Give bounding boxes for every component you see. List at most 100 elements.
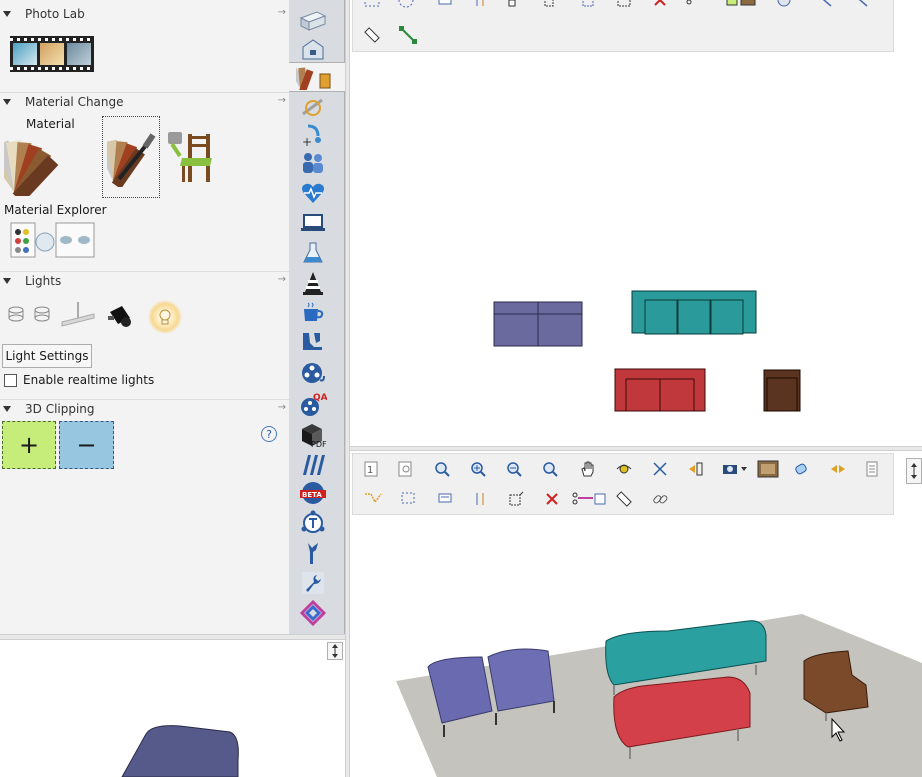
cut-paste-icon[interactable] bbox=[685, 0, 707, 12]
delete-icon[interactable] bbox=[543, 490, 561, 508]
ruler-icon[interactable] bbox=[615, 490, 633, 508]
lights-header[interactable]: Lights → bbox=[0, 271, 290, 289]
material-eyedropper-icon bbox=[107, 133, 156, 187]
collapse-icon[interactable] bbox=[3, 277, 11, 284]
render-image-icon[interactable] bbox=[757, 460, 779, 478]
cut-paste-icon[interactable] bbox=[571, 490, 607, 508]
note-icon[interactable] bbox=[435, 490, 453, 508]
recessed-light-icon[interactable] bbox=[6, 302, 26, 326]
chain-link-icon[interactable] bbox=[651, 490, 669, 508]
plan-view[interactable] bbox=[352, 52, 922, 445]
clipping-header[interactable]: 3D Clipping → bbox=[0, 399, 290, 417]
material-change-header[interactable]: Material Change → bbox=[0, 92, 290, 110]
layers-icon[interactable] bbox=[863, 460, 881, 478]
preview-view[interactable] bbox=[0, 640, 345, 777]
beta-icon[interactable]: BETA bbox=[298, 480, 328, 506]
zoom-fit-icon[interactable] bbox=[433, 460, 451, 478]
health-icon[interactable] bbox=[298, 180, 328, 206]
move-node-icon[interactable] bbox=[507, 0, 525, 12]
zoom-page-icon[interactable] bbox=[397, 460, 415, 478]
fit-extents-icon[interactable] bbox=[651, 460, 669, 478]
zoom-out-icon[interactable] bbox=[505, 460, 523, 478]
text-tool-icon[interactable] bbox=[298, 510, 328, 536]
select-rect-icon[interactable] bbox=[363, 0, 381, 12]
collapse-icon[interactable] bbox=[3, 11, 11, 17]
film-reel-qa-icon[interactable]: QA bbox=[298, 392, 328, 418]
light-settings-button[interactable]: Light Settings bbox=[2, 344, 92, 368]
paint-chair-icon[interactable] bbox=[166, 128, 216, 186]
stripes-icon[interactable] bbox=[298, 452, 328, 478]
arrow-right-icon[interactable]: → bbox=[278, 95, 286, 106]
shoe-icon[interactable] bbox=[298, 328, 328, 354]
transform-icon[interactable] bbox=[507, 490, 525, 508]
coffee-icon[interactable] bbox=[298, 300, 328, 326]
plan-blue-sofa[interactable] bbox=[493, 301, 583, 347]
arrow-right-icon[interactable]: → bbox=[278, 402, 286, 413]
add-clipping-plane-button[interactable]: + bbox=[2, 421, 56, 469]
photo-lab-header[interactable]: Photo Lab → bbox=[0, 5, 290, 23]
laptop-icon[interactable] bbox=[298, 210, 328, 236]
delete-icon[interactable] bbox=[651, 0, 669, 12]
realtime-lights-checkbox[interactable] bbox=[4, 374, 17, 387]
resize-handle-icon[interactable] bbox=[327, 642, 343, 660]
pdf-icon[interactable]: PDF bbox=[298, 422, 328, 449]
resize-icon[interactable] bbox=[543, 0, 561, 12]
line-tool-2-icon[interactable] bbox=[851, 0, 869, 12]
spotlight-projector-icon[interactable] bbox=[106, 302, 136, 330]
arrow-right-icon[interactable]: → bbox=[278, 274, 286, 285]
pan-hand-icon[interactable] bbox=[579, 460, 597, 478]
material-tab-active[interactable] bbox=[289, 62, 345, 92]
rotate-select-icon[interactable] bbox=[397, 0, 415, 12]
polyline-icon[interactable] bbox=[363, 490, 385, 508]
resize-handle-icon[interactable] bbox=[906, 458, 922, 484]
measure-icon[interactable] bbox=[399, 26, 417, 44]
plan-brown-chair[interactable] bbox=[763, 369, 801, 412]
wrench-icon[interactable] bbox=[298, 570, 328, 596]
zoom-1-to-1-icon[interactable]: 1 bbox=[363, 460, 381, 478]
remove-clipping-plane-button[interactable]: − bbox=[59, 421, 114, 469]
people-icon[interactable] bbox=[298, 150, 328, 176]
house-icon[interactable] bbox=[298, 36, 328, 62]
arrow-right-icon[interactable]: → bbox=[278, 7, 286, 18]
orbit-icon[interactable] bbox=[615, 460, 633, 478]
collapse-icon[interactable] bbox=[3, 405, 11, 412]
help-icon[interactable]: ? bbox=[261, 426, 277, 442]
flip-horizontal-icon[interactable] bbox=[829, 460, 847, 478]
dimension-icon[interactable] bbox=[471, 0, 489, 12]
dimension-icon[interactable] bbox=[471, 490, 489, 508]
plan-teal-sofa[interactable] bbox=[631, 290, 757, 335]
light-bulb-icon[interactable] bbox=[148, 300, 182, 334]
camera-dropdown-icon[interactable] bbox=[717, 460, 749, 478]
wrench-hand-icon[interactable] bbox=[298, 540, 328, 566]
note-icon[interactable] bbox=[435, 0, 453, 12]
zoom-in-icon[interactable] bbox=[469, 460, 487, 478]
eraser-icon[interactable] bbox=[793, 460, 811, 478]
ruler-icon[interactable] bbox=[363, 26, 381, 44]
plumbing-icon[interactable]: + bbox=[298, 122, 328, 148]
film-reel-icon[interactable] bbox=[298, 360, 328, 386]
stretch-icon[interactable] bbox=[615, 0, 633, 12]
3d-view[interactable] bbox=[352, 515, 922, 777]
camera-orbit-icon[interactable] bbox=[775, 0, 793, 12]
material-swatch-fan-icon[interactable] bbox=[0, 134, 92, 204]
material-explorer-icon[interactable] bbox=[10, 222, 96, 258]
strip-light-icon[interactable] bbox=[60, 300, 96, 330]
collapse-icon[interactable] bbox=[3, 98, 11, 105]
zoom-selection-icon[interactable] bbox=[541, 460, 559, 478]
photo-lab-filmstrip-icon[interactable] bbox=[10, 36, 94, 72]
material-picker-button[interactable] bbox=[102, 116, 160, 198]
vertical-splitter[interactable] bbox=[345, 0, 350, 777]
walk-through-icon[interactable] bbox=[687, 460, 705, 478]
select-rect-icon[interactable] bbox=[399, 490, 417, 508]
traffic-cone-icon[interactable] bbox=[298, 270, 328, 296]
line-tool-icon[interactable] bbox=[815, 0, 833, 12]
wall-icon[interactable] bbox=[298, 8, 328, 34]
tools-icon[interactable] bbox=[298, 94, 328, 120]
lab-flask-icon[interactable] bbox=[298, 240, 328, 266]
link-shape-icon[interactable] bbox=[298, 600, 328, 626]
insert-image-icon[interactable] bbox=[725, 0, 757, 12]
spot-light-icon[interactable] bbox=[32, 302, 52, 326]
horizontal-splitter[interactable] bbox=[350, 446, 922, 451]
plan-red-sofa[interactable] bbox=[614, 368, 706, 412]
transform-icon[interactable] bbox=[579, 0, 597, 12]
